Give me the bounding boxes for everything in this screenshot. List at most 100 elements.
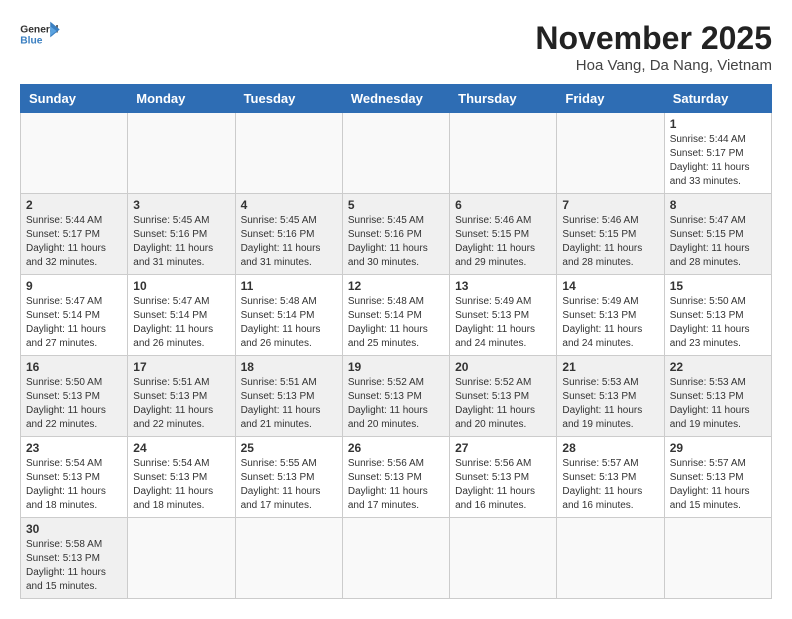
day-number: 4 — [241, 198, 337, 212]
calendar-day-24: 24 Sunrise: 5:54 AM Sunset: 5:13 PM Dayli… — [128, 437, 235, 518]
day-info: Sunrise: 5:53 AM Sunset: 5:13 PM Dayligh… — [562, 376, 658, 432]
day-info: Sunrise: 5:44 AM Sunset: 5:17 PM Dayligh… — [670, 133, 766, 189]
day-info: Sunrise: 5:48 AM Sunset: 5:14 PM Dayligh… — [348, 295, 444, 351]
calendar-day-20: 20Sunrise: 5:52 AM Sunset: 5:13 PM Dayli… — [450, 356, 557, 437]
day-number: 2 — [26, 198, 122, 212]
day-info: Sunrise: 5:47 AM Sunset: 5:14 PM Dayligh… — [26, 295, 122, 351]
calendar-day-7: 7 Sunrise: 5:46 AM Sunset: 5:15 PM Daylig… — [557, 194, 664, 275]
day-info: Sunrise: 5:49 AM Sunset: 5:13 PM Dayligh… — [455, 295, 551, 351]
calendar-empty-cell — [450, 518, 557, 599]
calendar-day-12: 12 Sunrise: 5:48 AM Sunset: 5:14 PM Dayli… — [342, 275, 449, 356]
calendar-empty-cell — [128, 518, 235, 599]
day-number: 8 — [670, 198, 766, 212]
day-info: Sunrise: 5:48 AM Sunset: 5:14 PM Dayligh… — [241, 295, 337, 351]
day-number: 13 — [455, 279, 551, 293]
day-info: Sunrise: 5:47 AM Sunset: 5:14 PM Dayligh… — [133, 295, 229, 351]
calendar-day-19: 19 Sunrise: 5:52 AM Sunset: 5:13 PM Dayli… — [342, 356, 449, 437]
day-number: 6 — [455, 198, 551, 212]
weekday-header-wednesday: Wednesday — [342, 85, 449, 113]
day-number: 25 — [241, 441, 337, 455]
calendar-day-18: 18Sunrise: 5:51 AM Sunset: 5:13 PM Dayli… — [235, 356, 342, 437]
weekday-header-sunday: Sunday — [21, 85, 128, 113]
day-number: 3 — [133, 198, 229, 212]
page-header: General Blue November 2025 Hoa Vang, Da … — [20, 20, 772, 74]
day-number: 23 — [26, 441, 122, 455]
day-number: 7 — [562, 198, 658, 212]
calendar-day-21: 21 Sunrise: 5:53 AM Sunset: 5:13 PM Dayli… — [557, 356, 664, 437]
calendar-day-3: 3 Sunrise: 5:45 AM Sunset: 5:16 PM Daylig… — [128, 194, 235, 275]
calendar-week-row: 9 Sunrise: 5:47 AM Sunset: 5:14 PM Daylig… — [21, 275, 772, 356]
day-info: Sunrise: 5:52 AM Sunset: 5:13 PM Dayligh… — [455, 376, 551, 432]
calendar-day-8: 8 Sunrise: 5:47 AM Sunset: 5:15 PM Daylig… — [664, 194, 771, 275]
svg-text:Blue: Blue — [20, 36, 43, 47]
weekday-header-friday: Friday — [557, 85, 664, 113]
day-number: 15 — [670, 279, 766, 293]
day-info: Sunrise: 5:51 AM Sunset: 5:13 PM Dayligh… — [133, 376, 229, 432]
day-info: Sunrise: 5:51 AM Sunset: 5:13 PM Dayligh… — [241, 376, 337, 432]
day-number: 17 — [133, 360, 229, 374]
calendar-week-row: 1 Sunrise: 5:44 AM Sunset: 5:17 PM Daylig… — [21, 113, 772, 194]
weekday-header-saturday: Saturday — [664, 85, 771, 113]
day-number: 12 — [348, 279, 444, 293]
day-number: 19 — [348, 360, 444, 374]
day-number: 27 — [455, 441, 551, 455]
day-info: Sunrise: 5:57 AM Sunset: 5:13 PM Dayligh… — [670, 457, 766, 513]
calendar-week-row: 16Sunrise: 5:50 AM Sunset: 5:13 PM Dayli… — [21, 356, 772, 437]
generalblue-logo-icon: General Blue — [20, 20, 60, 50]
day-info: Sunrise: 5:50 AM Sunset: 5:13 PM Dayligh… — [26, 376, 122, 432]
day-number: 11 — [241, 279, 337, 293]
day-number: 1 — [670, 117, 766, 131]
calendar-empty-cell — [342, 113, 449, 194]
calendar-day-22: 22Sunrise: 5:53 AM Sunset: 5:13 PM Dayli… — [664, 356, 771, 437]
day-number: 24 — [133, 441, 229, 455]
calendar-day-15: 15 Sunrise: 5:50 AM Sunset: 5:13 PM Dayli… — [664, 275, 771, 356]
day-info: Sunrise: 5:45 AM Sunset: 5:16 PM Dayligh… — [133, 214, 229, 270]
calendar-day-4: 4 Sunrise: 5:45 AM Sunset: 5:16 PM Daylig… — [235, 194, 342, 275]
calendar-day-23: 23 Sunrise: 5:54 AM Sunset: 5:13 PM Dayli… — [21, 437, 128, 518]
calendar-day-1: 1 Sunrise: 5:44 AM Sunset: 5:17 PM Daylig… — [664, 113, 771, 194]
day-info: Sunrise: 5:46 AM Sunset: 5:15 PM Dayligh… — [455, 214, 551, 270]
month-title: November 2025 — [535, 20, 772, 57]
day-info: Sunrise: 5:52 AM Sunset: 5:13 PM Dayligh… — [348, 376, 444, 432]
calendar-day-28: 28Sunrise: 5:57 AM Sunset: 5:13 PM Dayli… — [557, 437, 664, 518]
calendar-day-9: 9 Sunrise: 5:47 AM Sunset: 5:14 PM Daylig… — [21, 275, 128, 356]
day-info: Sunrise: 5:49 AM Sunset: 5:13 PM Dayligh… — [562, 295, 658, 351]
calendar-day-14: 14 Sunrise: 5:49 AM Sunset: 5:13 PM Dayli… — [557, 275, 664, 356]
calendar-week-row: 2Sunrise: 5:44 AM Sunset: 5:17 PM Daylig… — [21, 194, 772, 275]
calendar-empty-cell — [664, 518, 771, 599]
day-info: Sunrise: 5:47 AM Sunset: 5:15 PM Dayligh… — [670, 214, 766, 270]
calendar-day-11: 11 Sunrise: 5:48 AM Sunset: 5:14 PM Dayli… — [235, 275, 342, 356]
calendar-empty-cell — [235, 113, 342, 194]
day-number: 10 — [133, 279, 229, 293]
calendar-table: SundayMondayTuesdayWednesdayThursdayFrid… — [20, 84, 772, 599]
calendar-empty-cell — [235, 518, 342, 599]
calendar-day-5: 5Sunrise: 5:45 AM Sunset: 5:16 PM Daylig… — [342, 194, 449, 275]
calendar-day-29: 29 Sunrise: 5:57 AM Sunset: 5:13 PM Dayli… — [664, 437, 771, 518]
location-text: Hoa Vang, Da Nang, Vietnam — [535, 57, 772, 74]
day-number: 9 — [26, 279, 122, 293]
day-info: Sunrise: 5:56 AM Sunset: 5:13 PM Dayligh… — [455, 457, 551, 513]
logo: General Blue — [20, 20, 60, 50]
day-number: 28 — [562, 441, 658, 455]
day-info: Sunrise: 5:54 AM Sunset: 5:13 PM Dayligh… — [26, 457, 122, 513]
day-number: 14 — [562, 279, 658, 293]
day-number: 30 — [26, 522, 122, 536]
calendar-week-row: 23 Sunrise: 5:54 AM Sunset: 5:13 PM Dayli… — [21, 437, 772, 518]
day-info: Sunrise: 5:55 AM Sunset: 5:13 PM Dayligh… — [241, 457, 337, 513]
day-number: 5 — [348, 198, 444, 212]
weekday-header-tuesday: Tuesday — [235, 85, 342, 113]
day-number: 29 — [670, 441, 766, 455]
day-info: Sunrise: 5:50 AM Sunset: 5:13 PM Dayligh… — [670, 295, 766, 351]
day-number: 21 — [562, 360, 658, 374]
day-info: Sunrise: 5:46 AM Sunset: 5:15 PM Dayligh… — [562, 214, 658, 270]
day-info: Sunrise: 5:45 AM Sunset: 5:16 PM Dayligh… — [241, 214, 337, 270]
day-info: Sunrise: 5:54 AM Sunset: 5:13 PM Dayligh… — [133, 457, 229, 513]
weekday-header-monday: Monday — [128, 85, 235, 113]
calendar-day-27: 27 Sunrise: 5:56 AM Sunset: 5:13 PM Dayli… — [450, 437, 557, 518]
calendar-empty-cell — [557, 518, 664, 599]
day-info: Sunrise: 5:53 AM Sunset: 5:13 PM Dayligh… — [670, 376, 766, 432]
calendar-day-17: 17 Sunrise: 5:51 AM Sunset: 5:13 PM Dayli… — [128, 356, 235, 437]
calendar-day-10: 10 Sunrise: 5:47 AM Sunset: 5:14 PM Dayli… — [128, 275, 235, 356]
weekday-header-row: SundayMondayTuesdayWednesdayThursdayFrid… — [21, 85, 772, 113]
calendar-empty-cell — [450, 113, 557, 194]
